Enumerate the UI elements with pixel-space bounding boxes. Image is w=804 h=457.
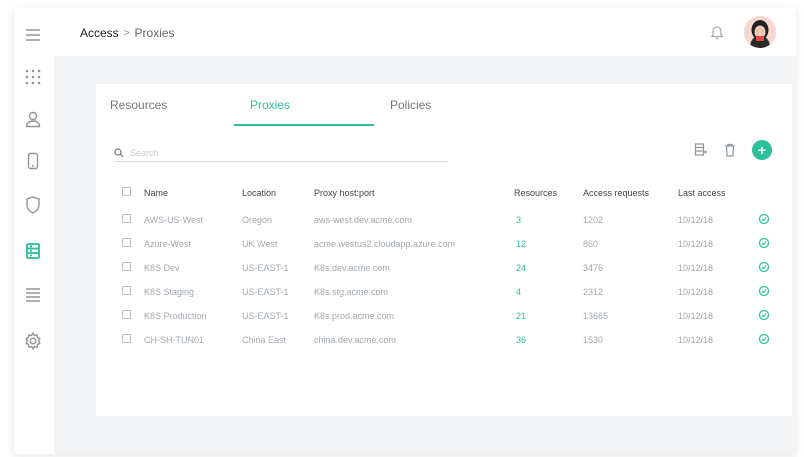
mobile-device-icon[interactable] xyxy=(22,150,44,172)
breadcrumb: Access > Proxies xyxy=(80,26,175,40)
proxy-last-access: 10/12/18 xyxy=(678,263,714,273)
proxy-name[interactable]: CH-SH-TUN01 xyxy=(144,335,204,345)
table-row[interactable]: Azure-West UK West acme.westus2.cloudapp… xyxy=(96,233,792,257)
proxy-host: acme.westus2.cloudapp.azure.com xyxy=(314,239,456,249)
app-window: Access > Proxies Resources Proxies Polic… xyxy=(14,8,796,454)
proxy-host: K8s.dev.acme.com xyxy=(314,263,390,273)
proxy-server-icon[interactable] xyxy=(22,240,44,262)
column-header-last-access[interactable]: Last access xyxy=(678,188,726,198)
search-icon xyxy=(114,147,124,157)
proxy-host: china.dev.acme.com xyxy=(314,335,396,345)
apps-grid-icon[interactable] xyxy=(22,66,44,88)
row-checkbox[interactable] xyxy=(122,238,131,247)
proxy-resources-count[interactable]: 12 xyxy=(516,239,526,249)
proxy-name[interactable]: K8S Dev xyxy=(144,263,180,273)
proxy-resources-count[interactable]: 4 xyxy=(516,287,521,297)
proxy-access-requests: 2312 xyxy=(583,287,604,297)
column-header-location[interactable]: Location xyxy=(242,188,276,198)
search-input[interactable] xyxy=(130,147,430,158)
sidebar xyxy=(14,8,54,454)
proxy-location: China East xyxy=(242,335,287,345)
table-row[interactable]: K8S Production US-EAST-1 K8s.prod.acme.c… xyxy=(96,305,792,329)
proxy-access-requests: 3476 xyxy=(583,263,604,273)
tab-proxies[interactable]: Proxies xyxy=(250,98,290,112)
breadcrumb-current: Proxies xyxy=(134,26,175,40)
breadcrumb-separator: > xyxy=(123,27,130,39)
list-icon[interactable] xyxy=(22,284,44,306)
active-tab-indicator xyxy=(234,124,374,126)
select-all-checkbox[interactable] xyxy=(122,187,131,196)
row-checkbox[interactable] xyxy=(122,310,131,319)
column-header-name[interactable]: Name xyxy=(144,188,168,198)
proxy-name[interactable]: K8S Staging xyxy=(144,287,194,297)
proxy-location: US-EAST-1 xyxy=(242,311,289,321)
proxy-access-requests: 860 xyxy=(583,239,599,249)
proxy-last-access: 10/12/18 xyxy=(678,287,714,297)
status-ok-icon xyxy=(758,309,770,321)
proxy-resources-count[interactable]: 3 xyxy=(516,215,521,225)
table-header-row: Name Location Proxy host:port Resources … xyxy=(96,182,792,206)
column-header-access-requests[interactable]: Access requests xyxy=(583,188,649,198)
table-row[interactable]: AWS-US-West Oregon aws-west.dev.acme.com… xyxy=(96,209,792,233)
table-row[interactable]: K8S Staging US-EAST-1 K8s.stg.acme.com 4… xyxy=(96,281,792,305)
proxy-host: K8s.stg.acme.com xyxy=(314,287,389,297)
row-checkbox[interactable] xyxy=(122,286,131,295)
proxy-location: UK West xyxy=(242,239,278,249)
proxy-location: US-EAST-1 xyxy=(242,287,289,297)
status-ok-icon xyxy=(758,213,770,225)
proxy-name[interactable]: AWS-US-West xyxy=(144,215,203,225)
proxy-last-access: 10/12/18 xyxy=(678,239,714,249)
row-checkbox[interactable] xyxy=(122,334,131,343)
table-row[interactable]: K8S Dev US-EAST-1 K8s.dev.acme.com 24 34… xyxy=(96,257,792,281)
table-row[interactable]: CH-SH-TUN01 China East china.dev.acme.co… xyxy=(96,329,792,353)
proxy-name[interactable]: Azure-West xyxy=(144,239,191,249)
proxies-card: Resources Proxies Policies + Name Locati… xyxy=(96,84,792,416)
status-ok-icon xyxy=(758,285,770,297)
proxy-access-requests: 1530 xyxy=(583,335,604,345)
proxy-access-requests: 1202 xyxy=(583,215,604,225)
add-proxy-button[interactable]: + xyxy=(752,140,772,160)
proxy-last-access: 10/12/18 xyxy=(678,311,714,321)
shield-icon[interactable] xyxy=(22,194,44,216)
proxy-location: US-EAST-1 xyxy=(242,263,289,273)
proxy-last-access: 10/12/18 xyxy=(678,335,714,345)
bell-icon[interactable] xyxy=(710,24,724,40)
status-ok-icon xyxy=(758,237,770,249)
status-ok-icon xyxy=(758,261,770,273)
status-ok-icon xyxy=(758,333,770,345)
row-checkbox[interactable] xyxy=(122,262,131,271)
tab-resources[interactable]: Resources xyxy=(110,98,167,112)
proxy-resources-count[interactable]: 36 xyxy=(516,335,526,345)
tab-policies[interactable]: Policies xyxy=(390,98,431,112)
user-avatar[interactable] xyxy=(744,16,776,48)
proxy-location: Oregon xyxy=(242,215,273,225)
proxy-resources-count[interactable]: 21 xyxy=(516,311,526,321)
menu-icon[interactable] xyxy=(22,24,44,46)
user-icon[interactable] xyxy=(22,108,44,130)
search-bar xyxy=(114,144,448,162)
column-header-host[interactable]: Proxy host:port xyxy=(314,188,375,198)
breadcrumb-root[interactable]: Access xyxy=(80,26,119,40)
row-checkbox[interactable] xyxy=(122,214,131,223)
proxy-last-access: 10/12/18 xyxy=(678,215,714,225)
top-bar: Access > Proxies xyxy=(54,8,796,56)
settings-icon[interactable] xyxy=(22,330,44,352)
proxy-host: K8s.prod.acme.com xyxy=(314,311,395,321)
proxy-host: aws-west.dev.acme.com xyxy=(314,215,412,225)
proxy-access-requests: 13665 xyxy=(583,311,609,321)
tab-bar: Resources Proxies Policies xyxy=(96,84,792,126)
export-icon[interactable] xyxy=(694,142,708,158)
proxy-resources-count[interactable]: 24 xyxy=(516,263,526,273)
trash-icon[interactable] xyxy=(723,142,737,158)
proxy-name[interactable]: K8S Production xyxy=(144,311,207,321)
column-header-resources[interactable]: Resources xyxy=(514,188,557,198)
